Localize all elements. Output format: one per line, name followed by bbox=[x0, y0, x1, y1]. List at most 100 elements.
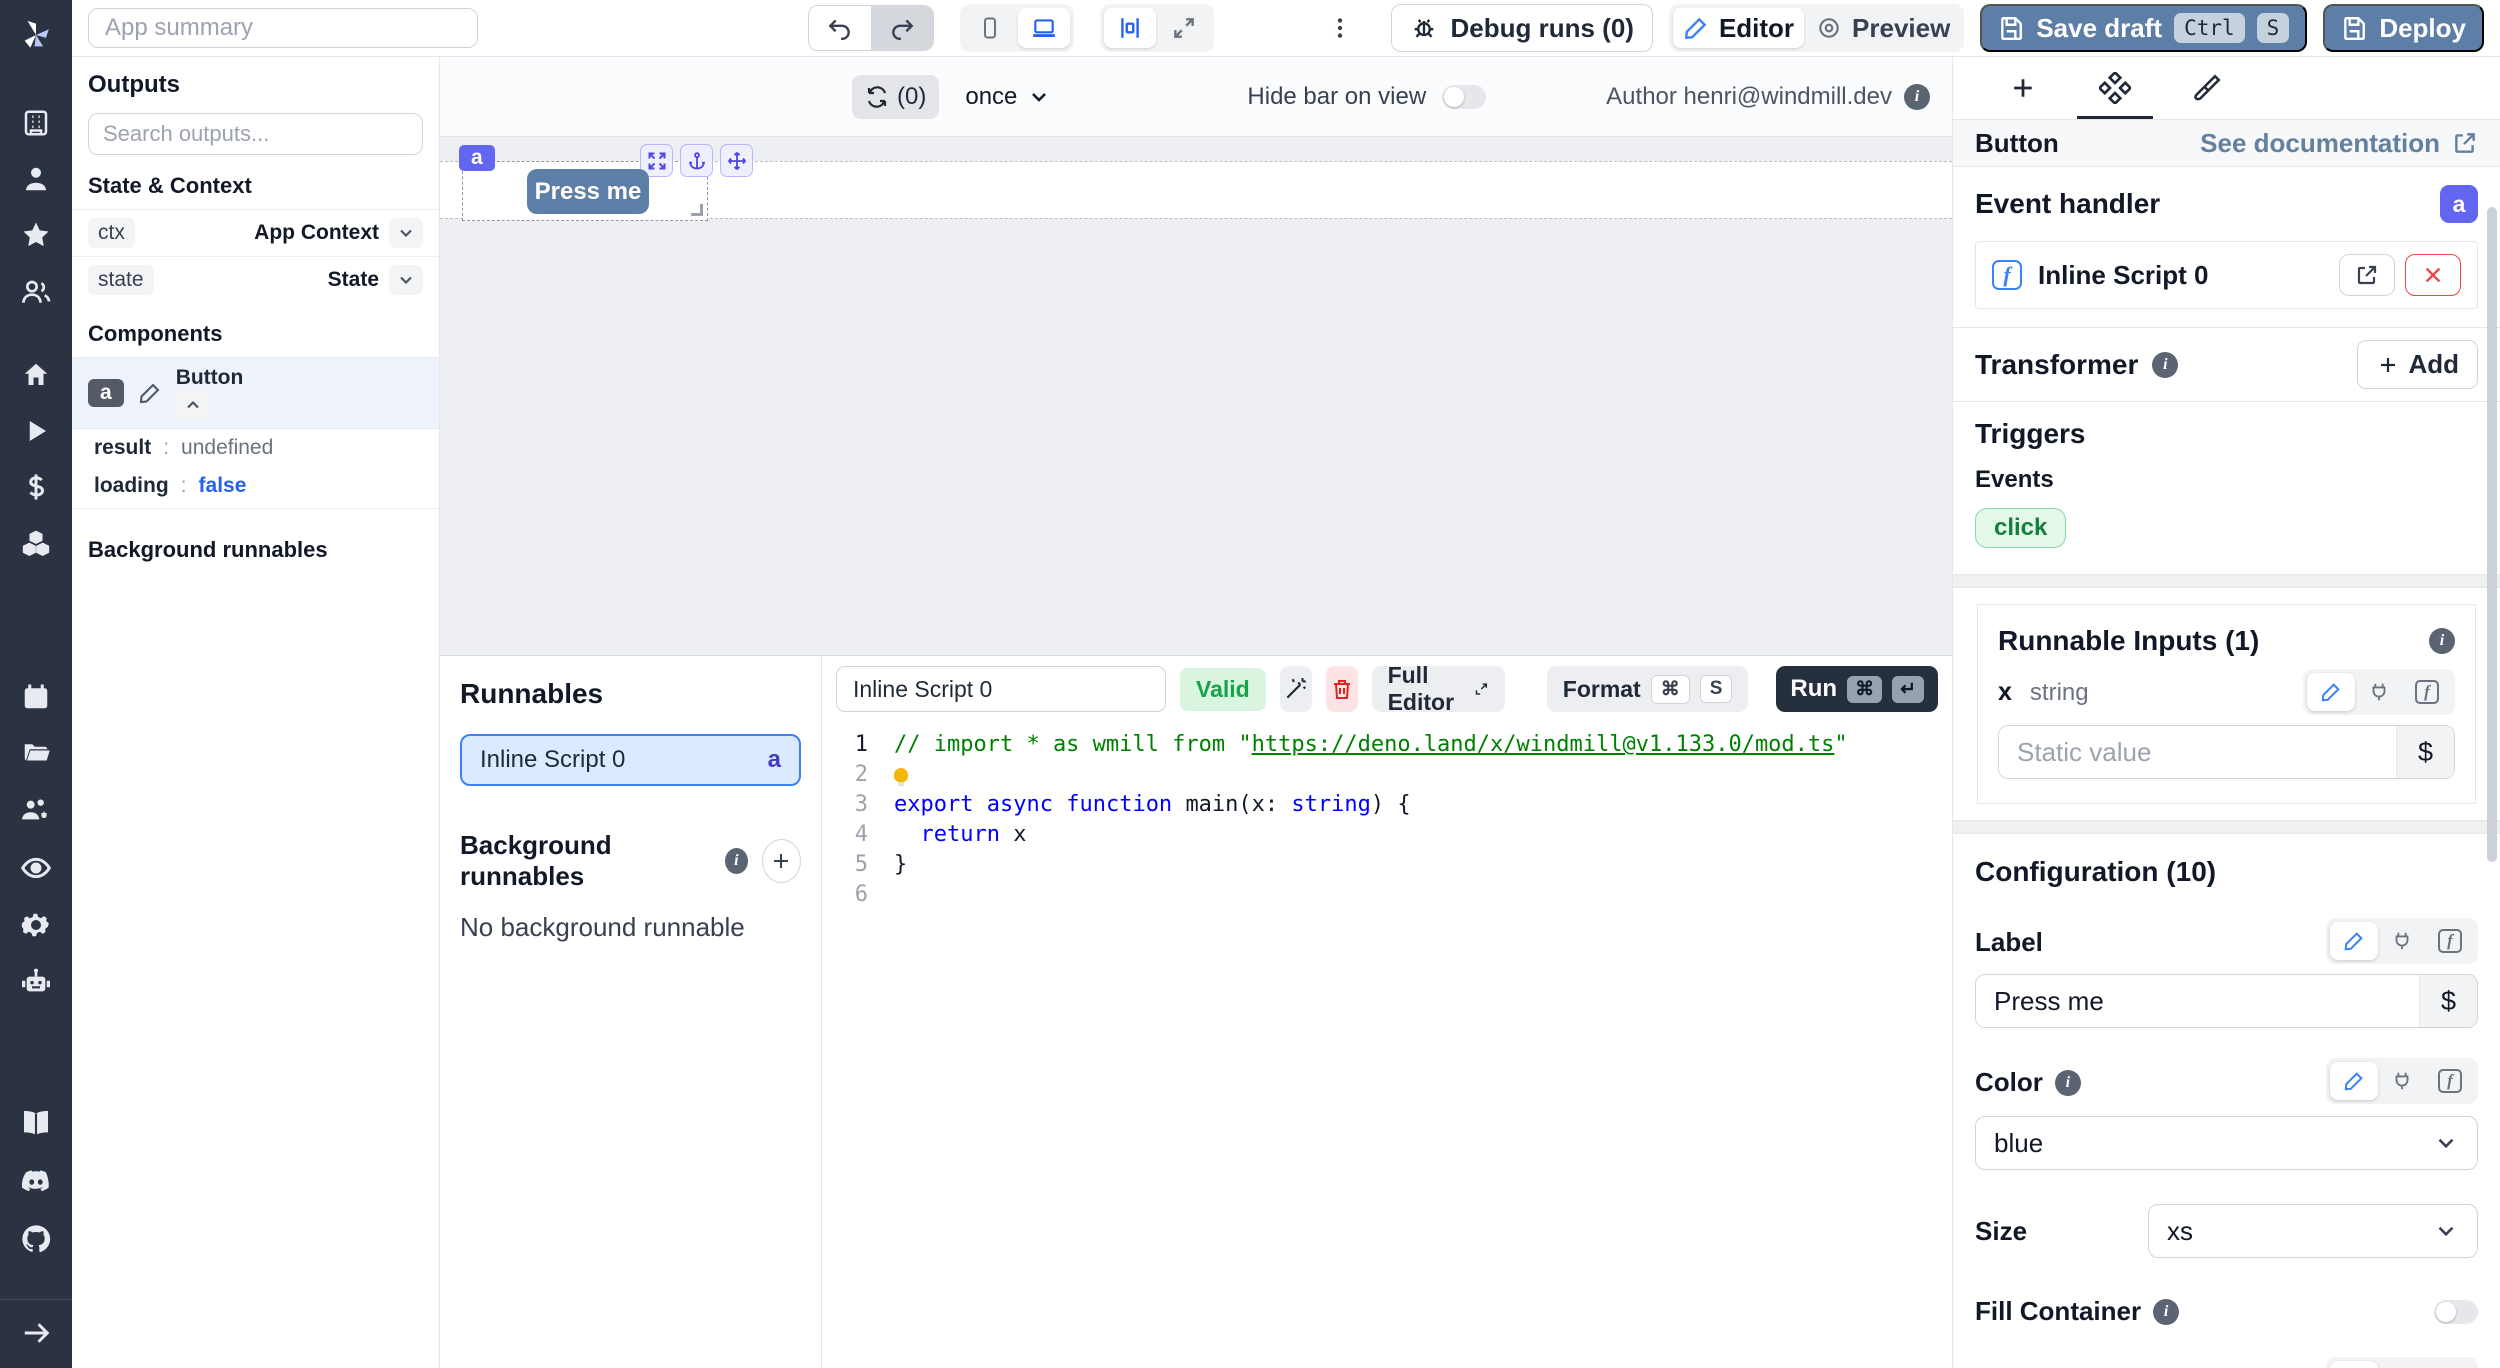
runnable-item-inline-script-0[interactable]: Inline Script 0 a bbox=[460, 734, 801, 786]
tab-insert[interactable] bbox=[1979, 57, 2067, 119]
book-icon[interactable] bbox=[20, 1107, 52, 1139]
github-icon[interactable] bbox=[20, 1223, 52, 1255]
connect-mode-button[interactable] bbox=[2378, 922, 2426, 960]
tab-component-settings[interactable] bbox=[2071, 57, 2159, 119]
script-name-input[interactable] bbox=[836, 666, 1166, 712]
pencil-icon[interactable] bbox=[138, 381, 162, 405]
gear-icon[interactable] bbox=[21, 910, 51, 940]
user-icon[interactable] bbox=[21, 164, 51, 194]
eval-mode-button[interactable]: f bbox=[2426, 922, 2474, 960]
add-background-runnable-button[interactable] bbox=[762, 839, 801, 883]
tab-preview[interactable]: Preview bbox=[1806, 8, 1960, 48]
prop-row-loading[interactable]: loading : false bbox=[72, 467, 439, 509]
eye-icon[interactable] bbox=[20, 852, 52, 884]
save-draft-button[interactable]: Save draft Ctrl S bbox=[1980, 4, 2307, 52]
chevron-up-icon[interactable] bbox=[176, 390, 210, 420]
robot-icon[interactable] bbox=[20, 966, 52, 998]
debug-runs-button[interactable]: Debug runs (0) bbox=[1391, 4, 1652, 52]
redo-button[interactable] bbox=[871, 6, 933, 50]
static-value-input[interactable] bbox=[1999, 726, 2396, 778]
redo-icon bbox=[889, 15, 915, 41]
size-select[interactable]: xs bbox=[2148, 1204, 2478, 1258]
search-outputs-input[interactable] bbox=[88, 113, 423, 155]
panel-scrollbar[interactable] bbox=[2487, 207, 2497, 862]
output-row-ctx[interactable]: ctx App Context bbox=[72, 209, 439, 256]
ai-wand-button[interactable] bbox=[1280, 666, 1312, 712]
delete-script-button[interactable] bbox=[1326, 666, 1358, 712]
info-icon[interactable]: i bbox=[2055, 1070, 2081, 1096]
dollar-icon[interactable] bbox=[21, 472, 51, 502]
run-button[interactable]: Run ⌘ ↵ bbox=[1776, 666, 1938, 712]
fullscreen-button[interactable] bbox=[1158, 8, 1210, 48]
cubes-icon[interactable] bbox=[20, 528, 52, 560]
windmill-logo[interactable] bbox=[19, 18, 53, 52]
move-handle[interactable] bbox=[720, 144, 753, 177]
template-var-button[interactable]: $ bbox=[2396, 726, 2454, 778]
building-icon[interactable] bbox=[21, 108, 51, 138]
tab-styling[interactable] bbox=[2163, 57, 2251, 119]
anchor-handle[interactable] bbox=[680, 144, 713, 177]
chevron-down-icon[interactable] bbox=[389, 265, 423, 295]
folder-icon[interactable] bbox=[21, 738, 51, 768]
chevron-down-icon[interactable] bbox=[389, 218, 423, 248]
resize-handle[interactable] bbox=[691, 204, 703, 216]
desktop-view-button[interactable] bbox=[1018, 8, 1070, 48]
canvas-grid-row: a Press me bbox=[440, 161, 1952, 219]
connect-mode-button[interactable] bbox=[2378, 1361, 2426, 1368]
static-mode-button[interactable] bbox=[2330, 1062, 2378, 1100]
eval-mode-button[interactable]: f bbox=[2426, 1361, 2474, 1368]
remove-script-button[interactable] bbox=[2405, 254, 2461, 296]
refresh-count-button[interactable]: (0) bbox=[852, 75, 939, 119]
undo-button[interactable] bbox=[809, 6, 871, 50]
hide-bar-toggle[interactable] bbox=[1442, 85, 1486, 109]
open-script-button[interactable] bbox=[2339, 254, 2395, 296]
fill-container-toggle[interactable] bbox=[2434, 1300, 2478, 1324]
info-icon[interactable]: i bbox=[1904, 84, 1930, 110]
full-editor-label: Full Editor bbox=[1388, 662, 1464, 716]
format-label: Format bbox=[1563, 676, 1641, 703]
static-mode-button[interactable] bbox=[2330, 922, 2378, 960]
users-icon[interactable] bbox=[20, 276, 52, 308]
mobile-view-button[interactable] bbox=[964, 8, 1016, 48]
users-gear-icon[interactable] bbox=[20, 794, 52, 826]
star-icon[interactable] bbox=[21, 220, 51, 250]
tab-editor[interactable]: Editor bbox=[1673, 8, 1804, 48]
add-transformer-button[interactable]: Add bbox=[2357, 340, 2478, 389]
static-mode-button[interactable] bbox=[2330, 1361, 2378, 1368]
play-icon[interactable] bbox=[21, 416, 51, 446]
static-mode-button[interactable] bbox=[2307, 673, 2355, 711]
press-me-button[interactable]: Press me bbox=[527, 169, 649, 214]
app-summary-input[interactable] bbox=[88, 8, 478, 48]
color-select[interactable]: blue bbox=[1975, 1116, 2478, 1170]
code-lines[interactable]: 1// import * as wmill from "https://deno… bbox=[822, 722, 1952, 1368]
output-row-state[interactable]: state State bbox=[72, 256, 439, 303]
info-icon[interactable]: i bbox=[2152, 352, 2178, 378]
label-value-input[interactable] bbox=[1976, 975, 2419, 1027]
app-canvas[interactable]: a Press me bbox=[440, 137, 1952, 655]
template-var-button[interactable]: $ bbox=[2419, 975, 2477, 1027]
schedule-select[interactable]: once bbox=[965, 83, 1051, 111]
close-icon bbox=[2422, 264, 2444, 286]
eval-mode-button[interactable]: f bbox=[2403, 673, 2451, 711]
kebab-menu-button[interactable] bbox=[1327, 15, 1353, 41]
state-context-heading: State & Context bbox=[72, 155, 439, 209]
full-editor-button[interactable]: Full Editor bbox=[1372, 666, 1505, 712]
info-icon[interactable]: i bbox=[725, 848, 748, 874]
event-script-card[interactable]: f Inline Script 0 bbox=[1975, 241, 2478, 309]
selected-component-cell[interactable]: a Press me bbox=[462, 161, 708, 221]
connect-mode-button[interactable] bbox=[2378, 1062, 2426, 1100]
component-row-a[interactable]: a Button bbox=[72, 357, 439, 429]
info-icon[interactable]: i bbox=[2429, 628, 2455, 654]
prop-row-result[interactable]: result : undefined bbox=[72, 429, 439, 467]
connect-mode-button[interactable] bbox=[2355, 673, 2403, 711]
calendar-icon[interactable] bbox=[21, 682, 51, 712]
discord-icon[interactable] bbox=[20, 1165, 52, 1197]
home-icon[interactable] bbox=[21, 360, 51, 390]
see-documentation-link[interactable]: See documentation bbox=[2200, 128, 2478, 159]
center-content-button[interactable] bbox=[1104, 8, 1156, 48]
eval-mode-button[interactable]: f bbox=[2426, 1062, 2474, 1100]
format-button[interactable]: Format ⌘ S bbox=[1547, 666, 1749, 712]
arrow-right-icon[interactable] bbox=[21, 1318, 51, 1348]
info-icon[interactable]: i bbox=[2153, 1299, 2179, 1325]
deploy-button[interactable]: Deploy bbox=[2323, 4, 2484, 52]
